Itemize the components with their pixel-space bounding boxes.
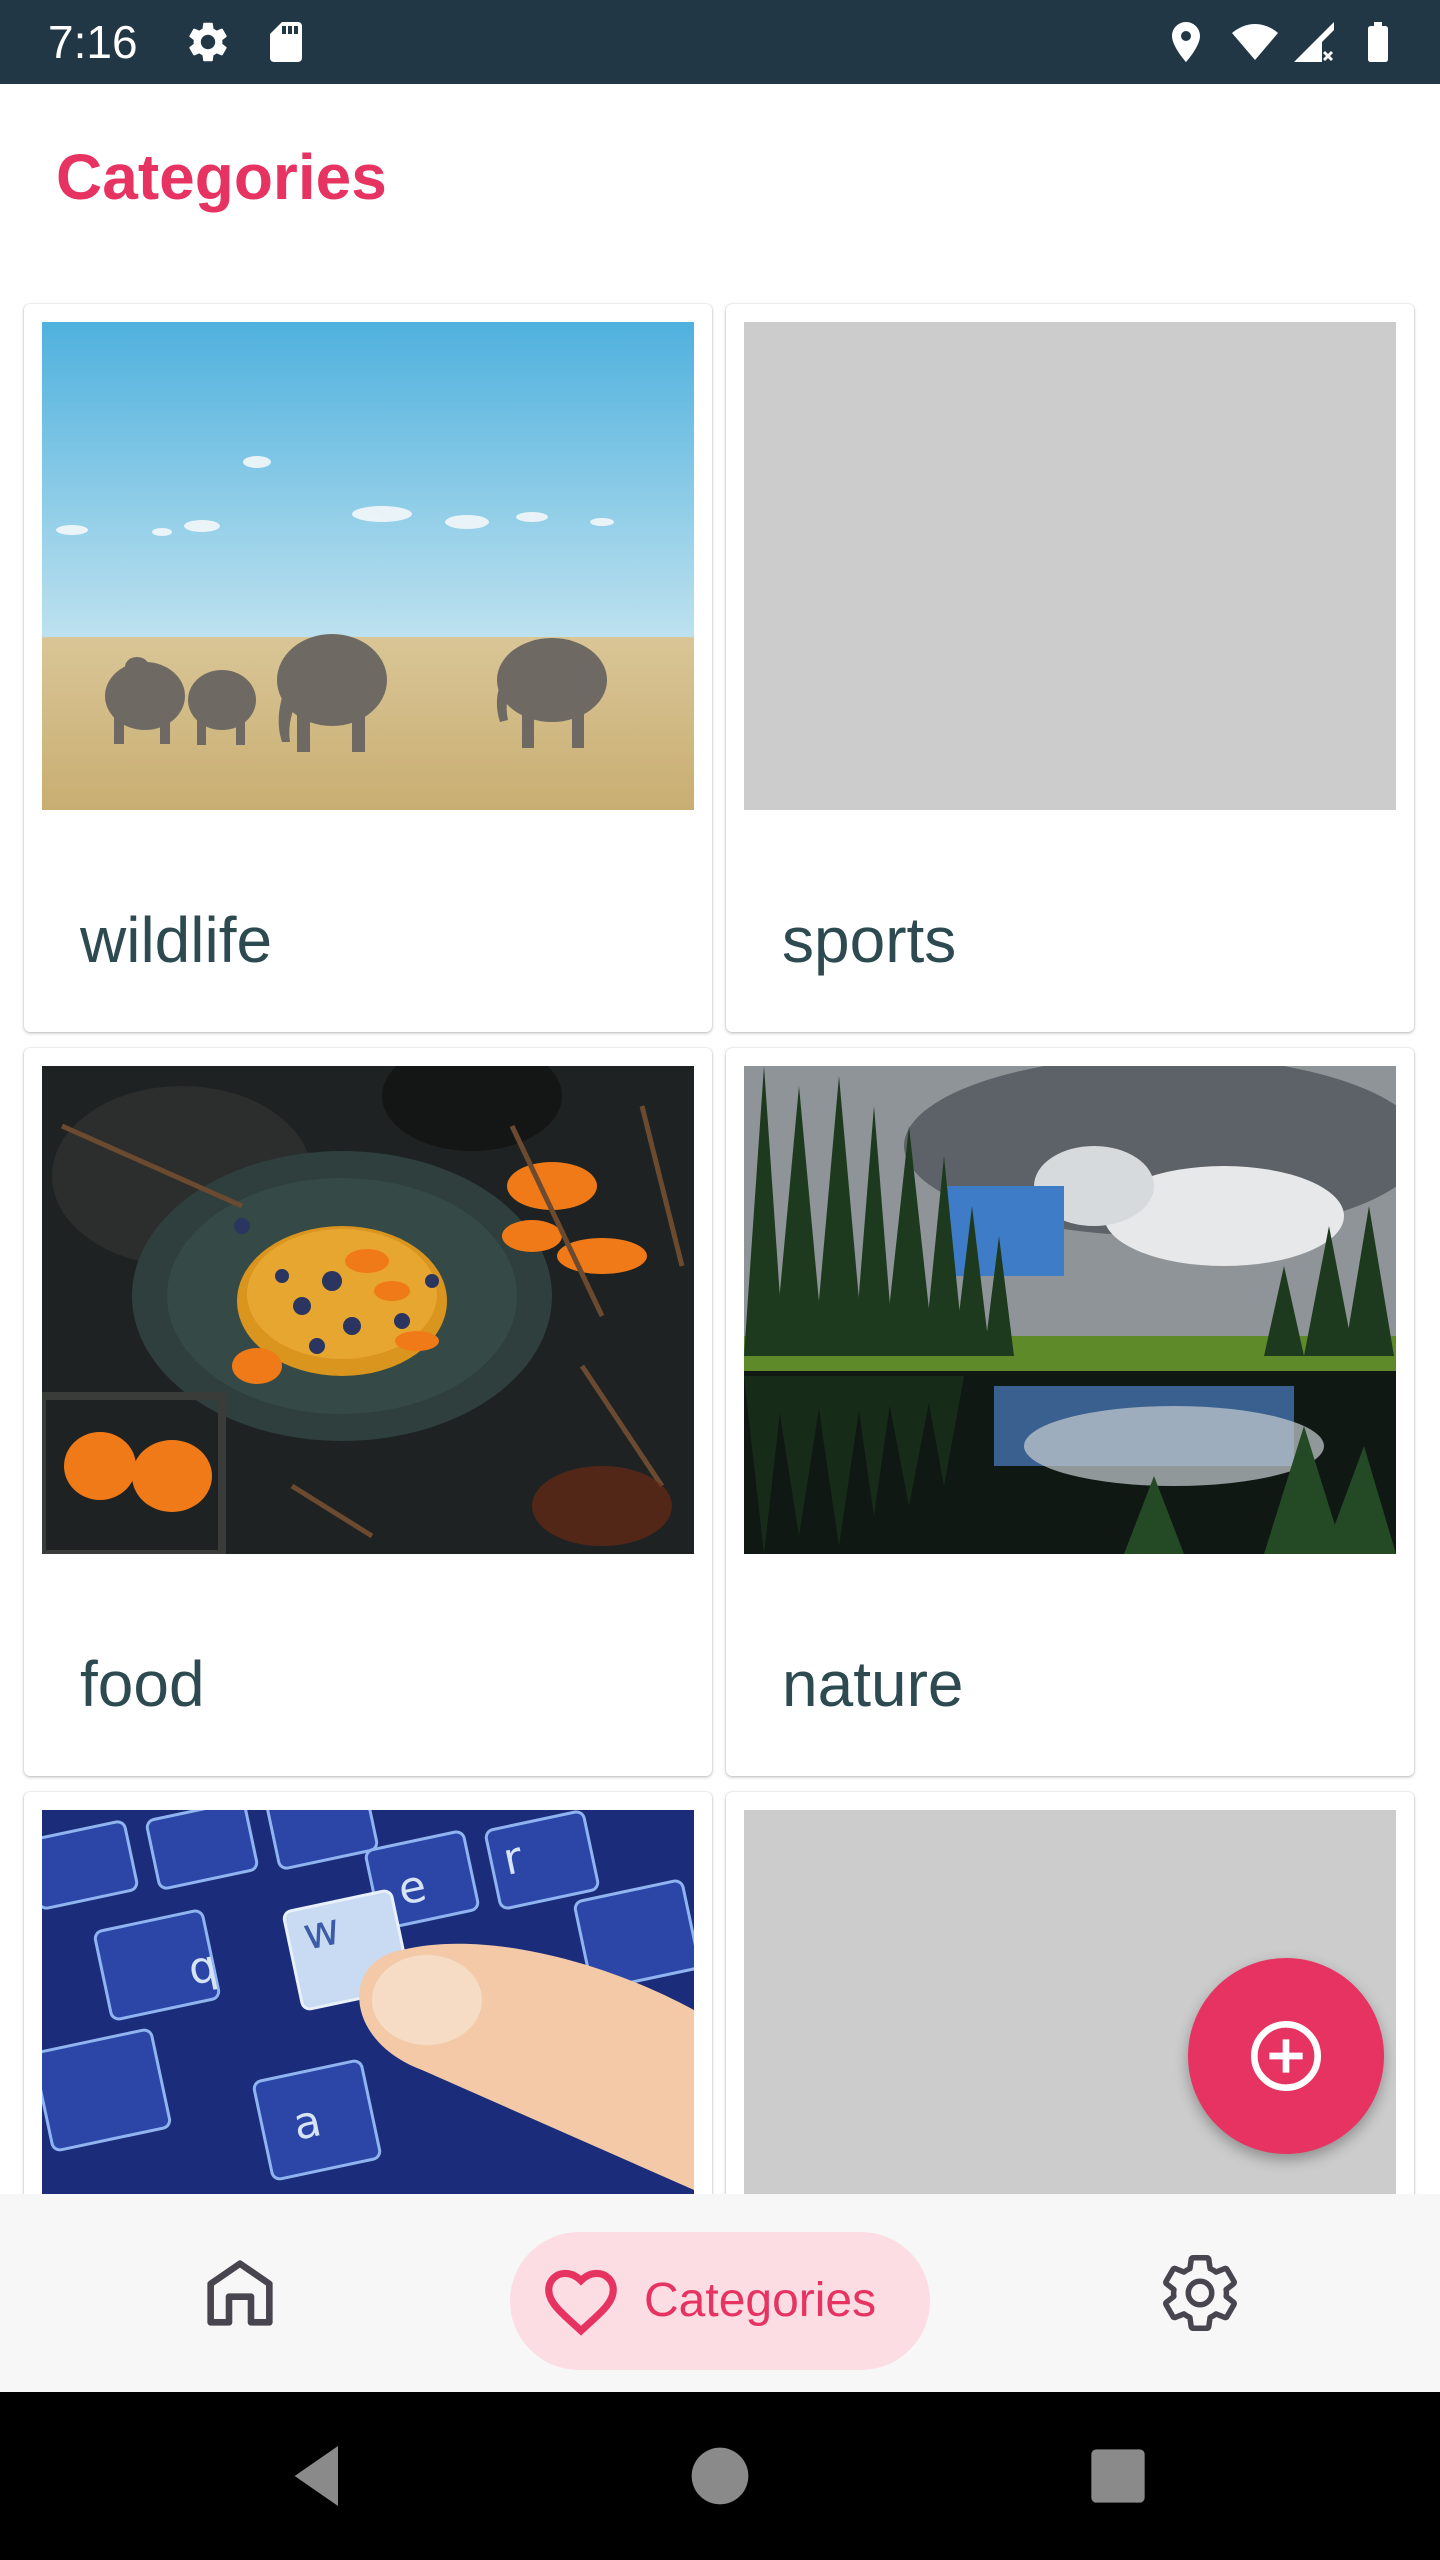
- add-circle-icon: [1251, 2021, 1321, 2091]
- category-label: sports: [782, 904, 957, 976]
- gear-icon: [184, 18, 232, 66]
- category-card-nature[interactable]: nature: [726, 1048, 1414, 1776]
- nav-categories[interactable]: Categories: [510, 2232, 930, 2370]
- category-label: nature: [782, 1648, 964, 1720]
- sd-card-icon: [262, 18, 310, 66]
- category-card-wildlife[interactable]: wildlife: [24, 304, 712, 1032]
- add-category-button[interactable]: [1188, 1958, 1384, 2154]
- category-grid: wildlife sports food nature q w e r a: [0, 300, 1440, 2194]
- status-time: 7:16: [48, 16, 138, 68]
- status-bar: 7:16: [0, 0, 1440, 84]
- back-icon[interactable]: [278, 2436, 358, 2516]
- nav-settings[interactable]: [1156, 2194, 1244, 2392]
- recents-icon[interactable]: [1078, 2436, 1158, 2516]
- heart-icon: [545, 2269, 617, 2336]
- battery-icon: [1354, 18, 1402, 66]
- bottom-navigation: Categories: [0, 2194, 1440, 2392]
- sports-image-placeholder: [744, 322, 1396, 810]
- system-navigation-bar: [0, 2392, 1440, 2560]
- category-card-sports[interactable]: sports: [726, 304, 1414, 1032]
- location-icon: [1162, 18, 1210, 66]
- nav-home[interactable]: [196, 2194, 284, 2392]
- settings-icon: [1163, 2255, 1237, 2331]
- category-card-technology[interactable]: q w e r a: [24, 1792, 712, 2194]
- category-label: food: [80, 1648, 205, 1720]
- home-circle-icon[interactable]: [680, 2436, 760, 2516]
- food-image: [42, 1066, 694, 1554]
- page-title: Categories: [56, 141, 387, 213]
- signal-icon: [1290, 18, 1338, 66]
- category-card-food[interactable]: food: [24, 1048, 712, 1776]
- nature-image: [744, 1066, 1396, 1554]
- category-label: wildlife: [80, 904, 273, 976]
- wifi-icon: [1226, 18, 1284, 66]
- keyboard-image: q w e r a: [42, 1810, 694, 2194]
- wildlife-image: [42, 322, 694, 810]
- nav-categories-label: Categories: [644, 2274, 877, 2327]
- home-icon: [207, 2260, 273, 2326]
